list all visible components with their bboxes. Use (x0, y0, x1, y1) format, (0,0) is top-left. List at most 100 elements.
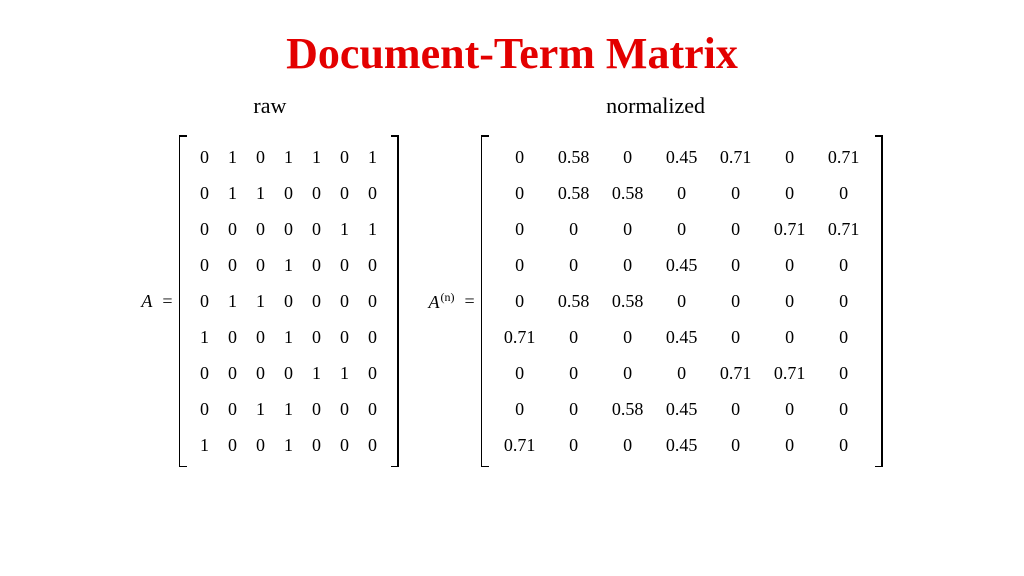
matrix-cell: 0 (709, 427, 763, 463)
matrix-cell: 0 (547, 211, 601, 247)
matrix-cell: 0 (817, 427, 871, 463)
matrix-cell: 0 (709, 391, 763, 427)
matrix-cell: 0 (219, 391, 247, 427)
matrix-cell: 1 (247, 283, 275, 319)
matrix-cell: 0 (247, 319, 275, 355)
matrix-cell: 0.71 (709, 355, 763, 391)
matrix-cell: 0 (655, 211, 709, 247)
matrix-cell: 0 (817, 391, 871, 427)
matrix-cell: 0 (601, 355, 655, 391)
matrix-cell: 0 (655, 175, 709, 211)
matrix-cell: 0.58 (601, 175, 655, 211)
matrix-cell: 1 (359, 211, 387, 247)
matrix-cell: 1 (275, 427, 303, 463)
matrix-cell: 0 (191, 175, 219, 211)
matrix-cell: 0 (709, 211, 763, 247)
matrix-cell: 0 (763, 139, 817, 175)
matrix-cell: 0.71 (493, 427, 547, 463)
matrix-cell: 0 (359, 355, 387, 391)
matrix-cell: 0 (547, 247, 601, 283)
matrix-cell: 0 (817, 355, 871, 391)
matrix-cell: 0 (191, 139, 219, 175)
matrix-cell: 0 (763, 427, 817, 463)
matrix-cell: 0 (247, 427, 275, 463)
matrix-cell: 0 (493, 211, 547, 247)
matrix-cell: 0.58 (601, 391, 655, 427)
matrix-cell: 0 (303, 391, 331, 427)
matrix-cell: 1 (275, 391, 303, 427)
matrix-cell: 0.71 (763, 355, 817, 391)
matrix-cell: 0 (275, 175, 303, 211)
matrix-cell: 0 (331, 247, 359, 283)
raw-matrix-equation: A = 010110101100000000011000100001100001… (141, 135, 398, 467)
matrix-cell: 0 (191, 247, 219, 283)
matrix-cell: 0.45 (655, 391, 709, 427)
left-bracket-icon (179, 135, 187, 467)
matrix-cell: 0.71 (817, 211, 871, 247)
matrix-cell: 0.58 (547, 283, 601, 319)
matrix-cell: 0 (655, 355, 709, 391)
matrix-cell: 0 (191, 211, 219, 247)
matrix-cell: 0 (247, 211, 275, 247)
matrix-cell: 0.58 (601, 283, 655, 319)
matrix-cell: 0 (817, 319, 871, 355)
matrix-cell: 1 (275, 319, 303, 355)
matrix-cell: 0 (763, 319, 817, 355)
matrix-cell: 0 (331, 319, 359, 355)
matrix-cell: 0 (303, 175, 331, 211)
matrix-cell: 0 (219, 211, 247, 247)
matrix-cell: 0 (359, 427, 387, 463)
matrix-cell: 0 (275, 283, 303, 319)
matrix-cell: 0 (493, 139, 547, 175)
matrix-cell: 0 (359, 247, 387, 283)
matrix-cell: 1 (191, 319, 219, 355)
matrix-cell: 0.45 (655, 139, 709, 175)
matrix-cell: 0 (655, 283, 709, 319)
matrix-cell: 0 (709, 175, 763, 211)
equals-sign: = (156, 291, 178, 312)
matrix-cell: 0.45 (655, 247, 709, 283)
matrix-cell: 0 (547, 355, 601, 391)
matrix-cell: 1 (219, 175, 247, 211)
left-bracket-icon (481, 135, 489, 467)
matrix-cell: 0 (709, 247, 763, 283)
matrix-cell: 0 (493, 175, 547, 211)
matrix-cell: 0.71 (709, 139, 763, 175)
right-bracket-icon (875, 135, 883, 467)
matrix-cell: 1 (247, 391, 275, 427)
matrix-cell: 0.45 (655, 319, 709, 355)
matrix-cell: 0 (601, 211, 655, 247)
matrix-cell: 1 (303, 355, 331, 391)
matrix-cell: 0 (547, 391, 601, 427)
matrix-cell: 0 (331, 283, 359, 319)
matrix-cell: 0 (247, 247, 275, 283)
matrix-cell: 0 (219, 427, 247, 463)
matrix-cell: 0 (547, 427, 601, 463)
matrix-cell: 0 (493, 391, 547, 427)
matrix-cell: 0 (493, 283, 547, 319)
normalized-label: normalized (606, 93, 705, 119)
matrix-cell: 0 (817, 247, 871, 283)
matrix-cell: 1 (331, 211, 359, 247)
matrix-cell: 0.71 (493, 319, 547, 355)
normalized-matrix-grid: 00.5800.450.7100.7100.580.580000000000.7… (489, 135, 875, 467)
matrix-cell: 0 (331, 427, 359, 463)
normalized-lhs-symbol: A(n) (429, 290, 459, 313)
matrix-cell: 1 (247, 175, 275, 211)
matrix-cell: 0 (359, 283, 387, 319)
matrix-cell: 1 (219, 283, 247, 319)
matrix-cell: 1 (219, 139, 247, 175)
matrix-cell: 0.71 (817, 139, 871, 175)
matrix-cell: 0 (493, 247, 547, 283)
matrix-cell: 0 (303, 211, 331, 247)
matrix-cell: 1 (275, 247, 303, 283)
matrix-cell: 0 (219, 247, 247, 283)
matrix-cell: 0 (247, 139, 275, 175)
matrix-cell: 0 (817, 175, 871, 211)
matrix-cell: 0 (817, 283, 871, 319)
matrix-cell: 0 (359, 319, 387, 355)
matrix-cell: 1 (191, 427, 219, 463)
matrix-cell: 0 (763, 247, 817, 283)
matrix-cell: 0 (219, 355, 247, 391)
matrix-cell: 0 (191, 283, 219, 319)
